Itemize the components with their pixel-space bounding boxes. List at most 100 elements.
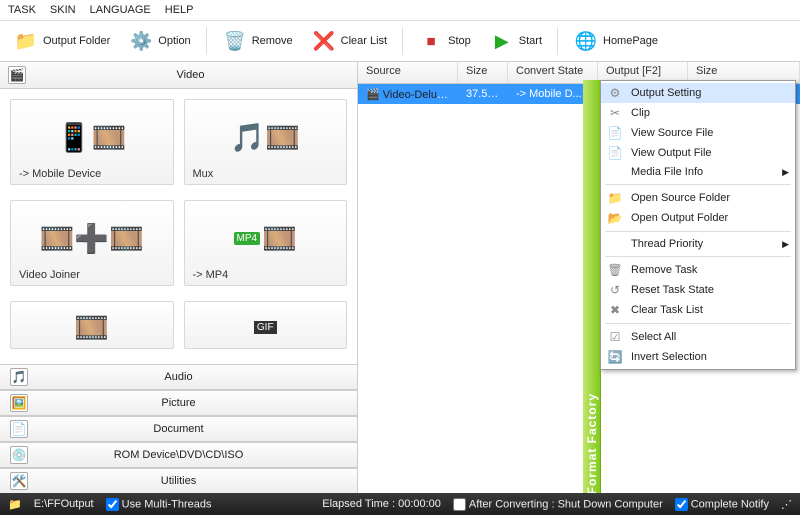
col-source[interactable]: Source — [358, 62, 458, 83]
utilities-category-header[interactable]: 🛠️ Utilities — [0, 468, 357, 494]
homepage-label: HomePage — [603, 35, 658, 47]
separator — [605, 256, 791, 257]
video-category-label: Video — [32, 69, 349, 81]
document-icon: 📄 — [10, 420, 28, 438]
ctx-media-info[interactable]: Media File Info▶ — [601, 163, 795, 181]
category-panel: 🎬 Video 📱🎞️ -> Mobile Device 🎵🎞️ Mux 🎞️➕… — [0, 62, 358, 494]
ctx-invert-selection[interactable]: 🔄Invert Selection — [601, 347, 795, 367]
option-label: Option — [158, 35, 190, 47]
task-list-panel: Source Size Convert State Output [F2] Si… — [358, 62, 800, 494]
menu-language[interactable]: LANGUAGE — [90, 4, 151, 16]
video-category-header[interactable]: 🎬 Video — [0, 62, 357, 89]
audio-category-label: Audio — [164, 371, 192, 383]
mux-icon: 🎵🎞️ — [230, 108, 300, 166]
toolbar: 📁 Output Folder ⚙️ Option 🗑️ Remove ❌ Cl… — [0, 21, 800, 62]
chevron-right-icon: ▶ — [782, 239, 789, 250]
tile-video-joiner[interactable]: 🎞️➕🎞️ Video Joiner — [10, 200, 174, 286]
col-size[interactable]: Size — [458, 62, 508, 83]
mp4-icon: MP4🎞️ — [234, 209, 297, 267]
separator — [206, 27, 207, 55]
chevron-right-icon: ▶ — [782, 167, 789, 178]
folder-icon: 📁 — [8, 498, 22, 511]
status-bar: 📁 E:\FFOutput Use Multi-Threads Elapsed … — [0, 493, 800, 515]
menu-help[interactable]: HELP — [165, 4, 194, 16]
invert-icon: 🔄 — [607, 350, 623, 364]
menu-bar: TASK SKIN LANGUAGE HELP — [0, 0, 800, 21]
clear-icon: ❌ — [311, 28, 337, 54]
disc-icon: 💿 — [10, 446, 28, 464]
main-body: 🎬 Video 📱🎞️ -> Mobile Device 🎵🎞️ Mux 🎞️➕… — [0, 62, 800, 494]
reset-icon: ↺ — [607, 283, 623, 297]
settings-icon: ⚙ — [607, 86, 623, 100]
globe-icon: 🌐 — [573, 28, 599, 54]
tile-label: -> MP4 — [193, 269, 229, 281]
audio-category-header[interactable]: 🎵 Audio — [0, 364, 357, 390]
tile-label: Mux — [193, 168, 214, 180]
ctx-open-source-folder[interactable]: 📁Open Source Folder — [601, 188, 795, 208]
ctx-open-output-folder[interactable]: 📂Open Output Folder — [601, 208, 795, 228]
after-converting-checkbox[interactable]: After Converting : Shut Down Computer — [453, 498, 663, 511]
rail-label: Format Factory — [585, 383, 599, 494]
play-icon: ▶ — [489, 28, 515, 54]
option-button[interactable]: ⚙️ Option — [121, 25, 197, 57]
select-all-icon: ☑ — [607, 330, 623, 344]
separator — [557, 27, 558, 55]
clear-icon: ✖ — [607, 303, 623, 317]
status-elapsed: Elapsed Time : 00:00:00 — [322, 498, 441, 510]
menu-skin[interactable]: SKIN — [50, 4, 76, 16]
ctx-clear-task-list[interactable]: ✖Clear Task List — [601, 300, 795, 320]
tile-mobile-device[interactable]: 📱🎞️ -> Mobile Device — [10, 99, 174, 185]
tile-label: Video Joiner — [19, 269, 80, 281]
remove-icon: 🗑️ — [222, 28, 248, 54]
ctx-clip[interactable]: ✂Clip — [601, 103, 795, 123]
homepage-button[interactable]: 🌐 HomePage — [566, 25, 665, 57]
status-output-path[interactable]: E:\FFOutput — [34, 498, 94, 510]
picture-category-header[interactable]: 🖼️ Picture — [0, 390, 357, 416]
document-category-header[interactable]: 📄 Document — [0, 416, 357, 442]
folder-icon: 📁 — [607, 191, 623, 205]
joiner-icon: 🎞️➕🎞️ — [39, 209, 144, 267]
output-folder-button[interactable]: 📁 Output Folder — [6, 25, 117, 57]
start-label: Start — [519, 35, 542, 47]
ctx-view-output: 📄View Output File — [601, 143, 795, 163]
ctx-thread-priority[interactable]: Thread Priority▶ — [601, 235, 795, 253]
file-icon: 📄 — [607, 146, 623, 160]
ctx-select-all[interactable]: ☑Select All — [601, 327, 795, 347]
video-icon: 🎬 — [8, 66, 26, 84]
menu-task[interactable]: TASK — [8, 4, 36, 16]
file-icon: 📄 — [607, 126, 623, 140]
separator — [605, 184, 791, 185]
tile-mp4[interactable]: MP4🎞️ -> MP4 — [184, 200, 348, 286]
separator — [605, 323, 791, 324]
picture-category-label: Picture — [161, 397, 195, 409]
gif-icon: GIF — [254, 310, 277, 344]
tile-label: -> Mobile Device — [19, 168, 101, 180]
rom-category-label: ROM Device\DVD\CD\ISO — [114, 449, 244, 461]
remove-button[interactable]: 🗑️ Remove — [215, 25, 300, 57]
format-factory-rail: Format Factory — [583, 80, 601, 494]
clear-list-button[interactable]: ❌ Clear List — [304, 25, 394, 57]
ctx-output-setting[interactable]: ⚙Output Setting — [601, 83, 795, 103]
stop-button[interactable]: ⏹ Stop — [411, 25, 478, 57]
clear-list-label: Clear List — [341, 35, 387, 47]
utilities-category-label: Utilities — [161, 475, 196, 487]
separator — [605, 231, 791, 232]
ctx-view-source[interactable]: 📄View Source File — [601, 123, 795, 143]
folder-icon: 📂 — [607, 211, 623, 225]
audio-icon: 🎵 — [10, 368, 28, 386]
complete-notify-checkbox[interactable]: Complete Notify — [675, 498, 769, 511]
rom-category-header[interactable]: 💿 ROM Device\DVD\CD\ISO — [0, 442, 357, 468]
gear-icon: ⚙️ — [128, 28, 154, 54]
start-button[interactable]: ▶ Start — [482, 25, 549, 57]
tile-mux[interactable]: 🎵🎞️ Mux — [184, 99, 348, 185]
ctx-remove-task[interactable]: 🗑Remove Task — [601, 260, 795, 280]
ctx-reset-task: ↺Reset Task State — [601, 280, 795, 300]
separator — [402, 27, 403, 55]
tile-gif[interactable]: GIF — [184, 301, 348, 349]
resize-grip-icon[interactable]: ⋰ — [781, 498, 792, 511]
tile-mkv[interactable]: 🎞️ — [10, 301, 174, 349]
multi-threads-checkbox[interactable]: Use Multi-Threads — [106, 498, 212, 511]
output-folder-label: Output Folder — [43, 35, 110, 47]
stop-label: Stop — [448, 35, 471, 47]
cell-size: 37.50M — [458, 88, 508, 100]
